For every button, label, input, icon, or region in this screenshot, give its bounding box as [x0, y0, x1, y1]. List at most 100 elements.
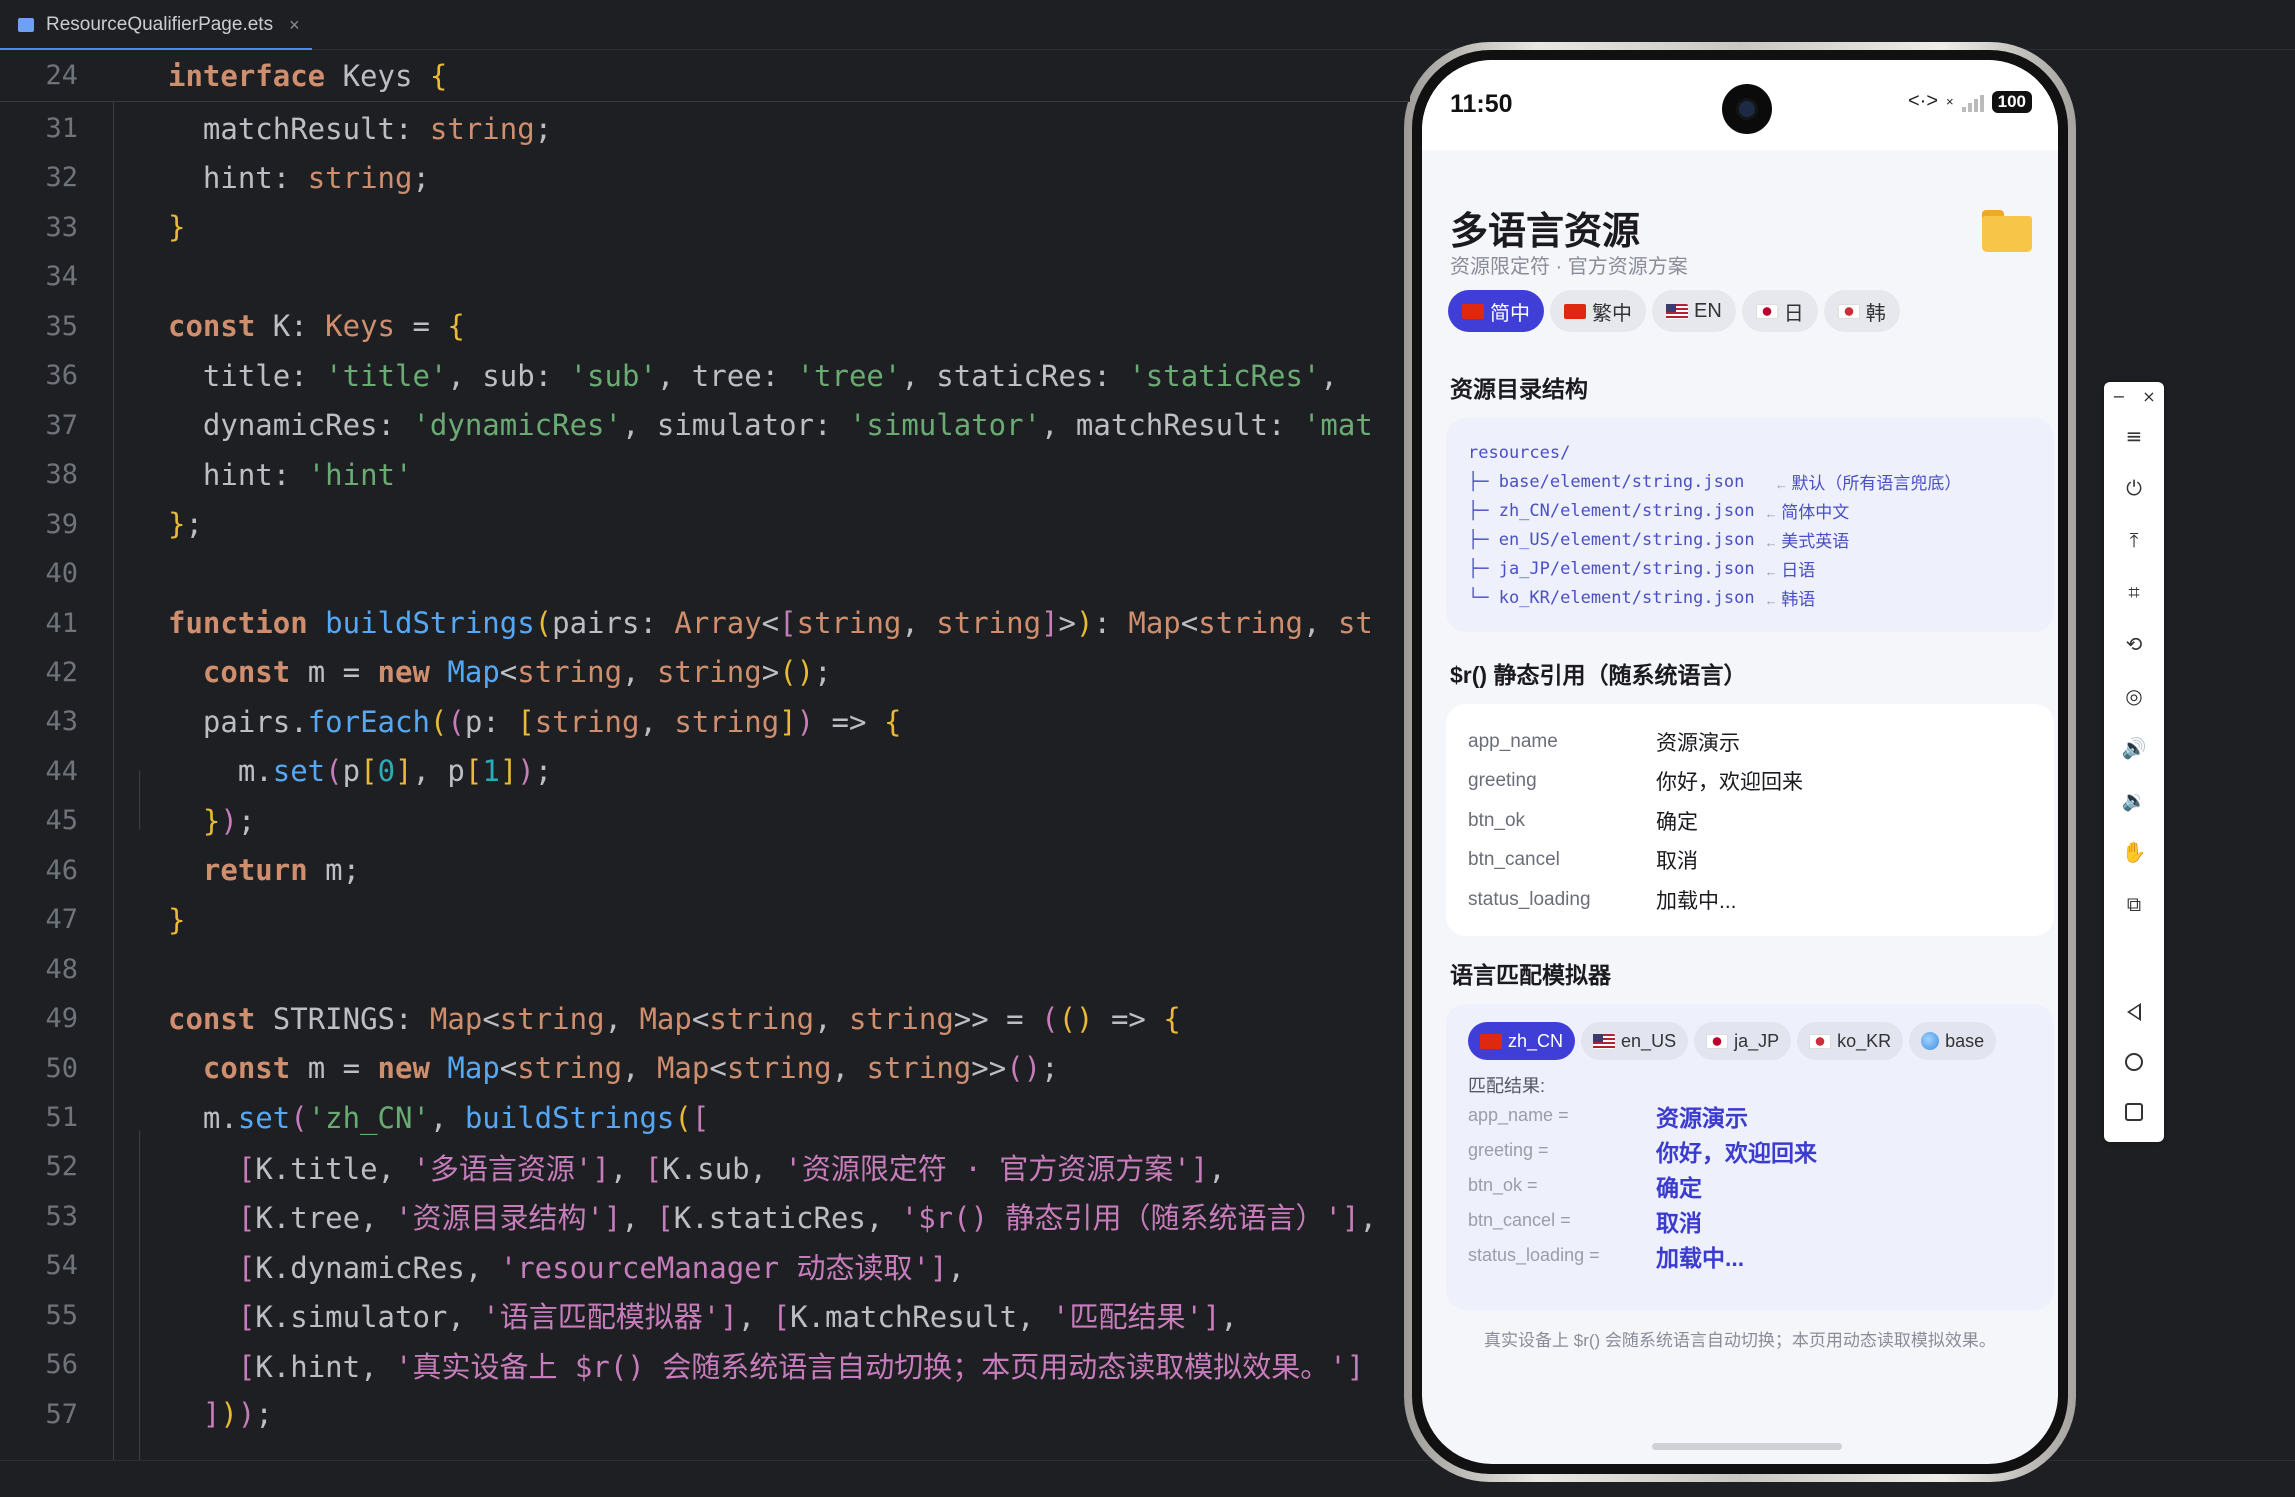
code-token: '资源目录结构'	[395, 1201, 604, 1236]
pin-top-button[interactable]: ⤒	[2104, 520, 2164, 560]
code-token: [	[656, 1201, 674, 1236]
code-token: <	[1180, 606, 1199, 640]
code-token: string	[534, 704, 640, 739]
volume-up-button[interactable]: 🔊	[2104, 728, 2164, 768]
tree-note: ← 韩语	[1765, 585, 1816, 610]
locale-chip[interactable]: ja_JP	[1694, 1022, 1792, 1060]
code-token: ,	[947, 1250, 965, 1285]
code-token: string	[429, 111, 535, 146]
code-token: <	[482, 1001, 500, 1036]
recents-button[interactable]	[2104, 1092, 2164, 1132]
tree-note: ← 简体中文	[1765, 498, 1850, 523]
line-number: 47	[45, 904, 78, 936]
rotate-button[interactable]: ⟲	[2104, 624, 2164, 664]
match-value: 资源演示	[1656, 1104, 1748, 1131]
minimize-icon[interactable]: −	[2112, 387, 2125, 406]
code-editor[interactable]: 24 interface Keys { 31 matchResult: strin…	[0, 50, 1410, 1460]
simulator-card: zh_CN en_US ja_JP ko_KR base 匹配结果: app_name …	[1446, 1004, 2054, 1310]
volume-down-button[interactable]: 🔉	[2104, 780, 2164, 820]
menu-button[interactable]: ≡	[2104, 416, 2164, 456]
arrow-left-icon: ←	[1764, 535, 1782, 550]
code-token: [	[237, 1201, 256, 1236]
language-tab[interactable]: 韩	[1823, 290, 1900, 332]
line-number: 31	[45, 113, 78, 144]
code-token: ]	[395, 754, 413, 789]
close-icon[interactable]: ×	[2142, 387, 2155, 406]
code-text: hint: 'hint'	[168, 458, 413, 492]
code-token: 'title'	[325, 358, 448, 393]
close-tab-icon[interactable]: ×	[289, 15, 300, 36]
code-token: const	[202, 1051, 291, 1086]
language-tab[interactable]: 日	[1741, 290, 1818, 332]
code-text: m.set('zh_CN', buildStrings([	[168, 1101, 709, 1135]
code-token: K.simulator,	[255, 1300, 483, 1335]
code-token: ;	[237, 803, 256, 838]
code-token: string	[1198, 606, 1304, 640]
tree-note-text: 简体中文	[1781, 503, 1850, 522]
editor-tab[interactable]: ResourceQualifierPage.ets ×	[0, 0, 312, 51]
code-token: ,	[1359, 1201, 1377, 1236]
tree-path: ├─ base/element/string.json	[1468, 471, 1765, 492]
code-token: set	[237, 1100, 291, 1135]
code-token: )	[237, 1397, 256, 1432]
code-line: 45 });	[0, 796, 1410, 845]
code-token: interface	[168, 58, 326, 93]
code-line: 36 title: 'title', sub: 'sub', tree: 'tr…	[0, 351, 1410, 400]
simulator-locale-chips: zh_CN en_US ja_JP ko_KR base	[1468, 1022, 2032, 1060]
code-token: pairs:	[552, 606, 675, 640]
power-button[interactable]: ⏻	[2104, 468, 2164, 508]
arrow-left-icon: ←	[1764, 564, 1782, 579]
locale-chip[interactable]: base	[1909, 1022, 1997, 1060]
code-line: 41 function buildStrings(pairs: Array<[st…	[0, 599, 1410, 648]
shake-button[interactable]: ✋	[2104, 832, 2164, 872]
code-token: string	[517, 655, 623, 690]
code-token: Map	[656, 1051, 710, 1086]
back-button[interactable]	[2104, 992, 2164, 1032]
recents-icon	[2125, 1103, 2143, 1121]
jp-flag-icon	[1706, 1033, 1729, 1049]
tree-path: ├─ zh_CN/element/string.json	[1468, 500, 1755, 521]
code-token: K:	[255, 309, 326, 344]
language-tab[interactable]: 简中	[1448, 290, 1544, 332]
code-token: ;	[185, 507, 203, 542]
phone-screen[interactable]: 11:50 <·> × 100 多语言资源 资源限定符 · 官方资源方案 简中 繁…	[1422, 60, 2058, 1464]
tree-path: resources/	[1468, 442, 1571, 463]
code-token: ,	[1208, 1151, 1226, 1186]
code-text: return m;	[168, 853, 360, 887]
screenshot-button[interactable]: ◎	[2104, 676, 2164, 716]
crop-button[interactable]: ⌗	[2104, 572, 2164, 612]
code-token: ,	[1303, 606, 1338, 640]
language-tab[interactable]: 繁中	[1550, 290, 1646, 332]
home-button[interactable]	[2104, 1042, 2164, 1082]
locale-chip[interactable]: zh_CN	[1468, 1022, 1576, 1060]
clock: 11:50	[1450, 90, 1513, 118]
code-token: [	[644, 1151, 663, 1186]
static-ref-row: greeting 你好，欢迎回来	[1468, 762, 2032, 802]
home-indicator[interactable]	[1652, 1443, 1842, 1450]
code-token: p:	[464, 704, 518, 739]
code-token: string	[517, 1051, 623, 1086]
code-line: 46 return m;	[0, 846, 1410, 895]
page-subtitle: 资源限定符 · 官方资源方案	[1450, 256, 1688, 278]
language-tab[interactable]: EN	[1652, 290, 1736, 332]
locale-chip[interactable]: ko_KR	[1797, 1022, 1904, 1060]
resource-key: app_name	[1468, 730, 1558, 752]
code-token: new	[377, 655, 430, 690]
match-result-list: app_name = 资源演示 greeting = 你好，欢迎回来 btn_ok = 确…	[1468, 1098, 2032, 1273]
code-token: ]	[1341, 1201, 1360, 1236]
code-token: const	[202, 655, 291, 690]
code-token: return	[202, 853, 308, 888]
code-token: =>	[814, 704, 884, 739]
code-token: , simulator:	[621, 408, 849, 443]
code-token: ;	[814, 655, 832, 690]
sticky-scroll-header[interactable]: 24 interface Keys {	[0, 50, 1410, 102]
code-token: dynamicRes:	[168, 408, 413, 443]
indent-guide	[139, 1130, 140, 1460]
locale-chip[interactable]: en_US	[1581, 1022, 1689, 1060]
multi-screen-button[interactable]: ⧉	[2104, 884, 2164, 924]
resource-value: 你好，欢迎回来	[1656, 771, 1803, 795]
line-number: 55	[45, 1299, 78, 1331]
indent-guide	[113, 102, 114, 1460]
